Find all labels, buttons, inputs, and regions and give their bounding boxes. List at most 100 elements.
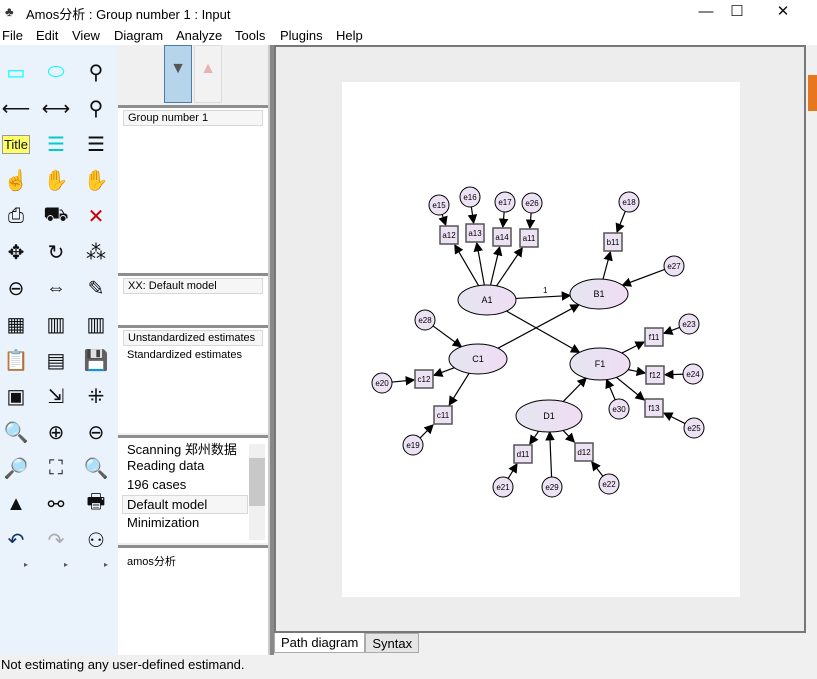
undo-icon[interactable]: ↶ [0, 525, 32, 555]
toolbox-expand-icon[interactable]: ▸ [24, 560, 28, 569]
calculate-icon[interactable]: ▥ [80, 309, 112, 339]
analysis-props-icon[interactable]: ▥ [40, 309, 72, 339]
path-e21-d11[interactable] [507, 462, 518, 479]
menu-tools[interactable]: Tools [235, 28, 265, 43]
drag-props-icon[interactable]: ⇲ [40, 381, 72, 411]
deselect-icon[interactable]: ✋ [80, 165, 112, 195]
zoom-page-icon[interactable]: 🔎 [0, 453, 32, 483]
path-C1-c11[interactable] [448, 372, 470, 407]
estimate-unstandardized[interactable]: Unstandardized estimates [123, 330, 263, 346]
rotate-icon[interactable]: ↻ [40, 237, 72, 267]
path-A1-a14[interactable] [489, 245, 503, 286]
object-props-icon[interactable]: ▣ [0, 381, 32, 411]
tab-syntax[interactable]: Syntax [365, 633, 420, 653]
path-e17-a14[interactable] [498, 211, 509, 229]
path-diagram[interactable]: 1 A1 B1 C1 F1 D1 a12 a13 a14 a11 b11 f11 f12 f13 c12 c1… [342, 82, 740, 597]
loupe-icon[interactable]: 🔍 [80, 453, 112, 483]
group-item[interactable]: Group number 1 [123, 110, 263, 126]
list-variables-icon[interactable]: ☰ [40, 129, 72, 159]
path-e19-c11[interactable] [419, 424, 434, 439]
maximize-button[interactable]: ☐ [714, 0, 760, 26]
save-icon[interactable]: 💾 [80, 345, 112, 375]
model-item[interactable]: XX: Default model [123, 278, 263, 294]
select-one-icon[interactable]: ☝ [0, 165, 32, 195]
menu-diagram[interactable]: Diagram [114, 28, 163, 43]
preserve-symmetry-icon[interactable]: ⁜ [80, 381, 112, 411]
path-e28-C1[interactable] [432, 325, 463, 348]
bayesian-icon[interactable]: ▲ [0, 489, 32, 519]
path-C1-c12[interactable] [432, 367, 455, 377]
arrow-left-icon[interactable]: ⟵ [0, 93, 32, 123]
indicator-icon[interactable]: ⚲ [80, 57, 112, 87]
diagram-canvas[interactable]: 1 A1 B1 C1 F1 D1 a12 a13 a14 a11 b11 f11 f12 f13 c12 c1… [274, 45, 806, 633]
path-e26-a11[interactable] [525, 212, 536, 230]
log-item-selected[interactable]: Default model [122, 495, 248, 514]
list-data-icon[interactable]: ☰ [80, 129, 112, 159]
close-button[interactable]: ✕ [760, 0, 806, 26]
clipboard-icon[interactable]: 📋 [0, 345, 32, 375]
duplicate-icon[interactable]: ⎙ [0, 201, 32, 231]
log-scrollbar[interactable] [249, 444, 265, 540]
rectangle-icon[interactable]: ▭ [0, 57, 32, 87]
path-A1-a13[interactable] [473, 241, 485, 286]
view-output-button[interactable]: ▲ [194, 45, 222, 103]
path-e23-f11[interactable] [662, 325, 680, 335]
print-icon[interactable]: 🖶 [80, 489, 112, 519]
path-F1-f13[interactable] [616, 376, 645, 401]
view-input-button[interactable]: ▼ [164, 45, 192, 103]
double-arrow-icon[interactable]: ⟷ [40, 93, 72, 123]
move-icon[interactable]: ⛟ [40, 201, 72, 231]
data-files-icon[interactable]: ▦ [0, 309, 32, 339]
path-F1-f12[interactable] [627, 366, 647, 377]
path-e20-c12[interactable] [391, 375, 416, 386]
fit-page-icon[interactable]: ⛶ [40, 453, 72, 483]
menu-file[interactable]: File [2, 28, 23, 43]
menu-help[interactable]: Help [336, 28, 363, 43]
scroll-icon[interactable]: ⇔ [40, 273, 72, 303]
path-A1-a11[interactable] [496, 247, 523, 287]
move-params-icon[interactable]: ⊖ [0, 273, 32, 303]
text-output-icon[interactable]: ▤ [40, 345, 72, 375]
path-A1-F1[interactable] [506, 310, 581, 353]
path-C1-B1[interactable] [497, 304, 580, 349]
file-item[interactable]: amos分析 [118, 548, 268, 570]
touch-up-icon[interactable]: ✎ [80, 273, 112, 303]
specification-search-icon[interactable]: ⚇ [80, 525, 112, 555]
title-icon[interactable]: Title [0, 129, 32, 159]
toolbox-expand-icon[interactable]: ▸ [104, 560, 108, 569]
menu-edit[interactable]: Edit [36, 28, 58, 43]
toolbox-expand-icon[interactable]: ▸ [64, 560, 68, 569]
shape-change-icon[interactable]: ✥ [0, 237, 32, 267]
path-D1-F1[interactable] [562, 377, 587, 402]
path-e15-a12[interactable] [438, 214, 448, 227]
ellipse-icon[interactable]: ⬭ [40, 57, 72, 87]
path-D1-d12[interactable] [562, 430, 576, 443]
menu-plugins[interactable]: Plugins [280, 28, 323, 43]
path-e16-a13[interactable] [467, 206, 478, 225]
zoom-area-icon[interactable]: 🔍 [0, 417, 32, 447]
path-F1-f11[interactable] [621, 341, 646, 354]
diagram-page[interactable]: 1 A1 B1 C1 F1 D1 a12 a13 a14 a11 b11 f11 f12 f13 c12 c1… [342, 82, 740, 597]
menu-view[interactable]: View [72, 28, 100, 43]
estimate-standardized[interactable]: Standardized estimates [118, 348, 268, 362]
erase-icon[interactable]: ✕ [80, 201, 112, 231]
zoom-out-icon[interactable]: ⊖ [80, 417, 112, 447]
scrollbar-thumb[interactable] [249, 458, 265, 506]
tab-path-diagram[interactable]: Path diagram [274, 633, 366, 653]
path-e27-B1[interactable] [621, 268, 665, 287]
path-e25-f13[interactable] [662, 412, 686, 425]
menu-analyze[interactable]: Analyze [176, 28, 222, 43]
path-D1-d11[interactable] [529, 430, 540, 445]
path-B1-b11[interactable] [602, 250, 613, 280]
path-e18-b11[interactable] [615, 211, 626, 234]
zoom-in-icon[interactable]: ⊕ [40, 417, 72, 447]
reflect-icon[interactable]: ⁂ [80, 237, 112, 267]
redo-icon[interactable]: ↷ [40, 525, 72, 555]
path-A1-B1[interactable] [515, 291, 572, 301]
path-e22-d12[interactable] [591, 461, 604, 477]
path-e30-F1[interactable] [605, 378, 616, 401]
path-A1-a12[interactable] [454, 243, 480, 286]
multigroup-icon[interactable]: ⚯ [40, 489, 72, 519]
path-e29-D1[interactable] [545, 430, 555, 478]
unique-variable-icon[interactable]: ⚲ [80, 93, 112, 123]
